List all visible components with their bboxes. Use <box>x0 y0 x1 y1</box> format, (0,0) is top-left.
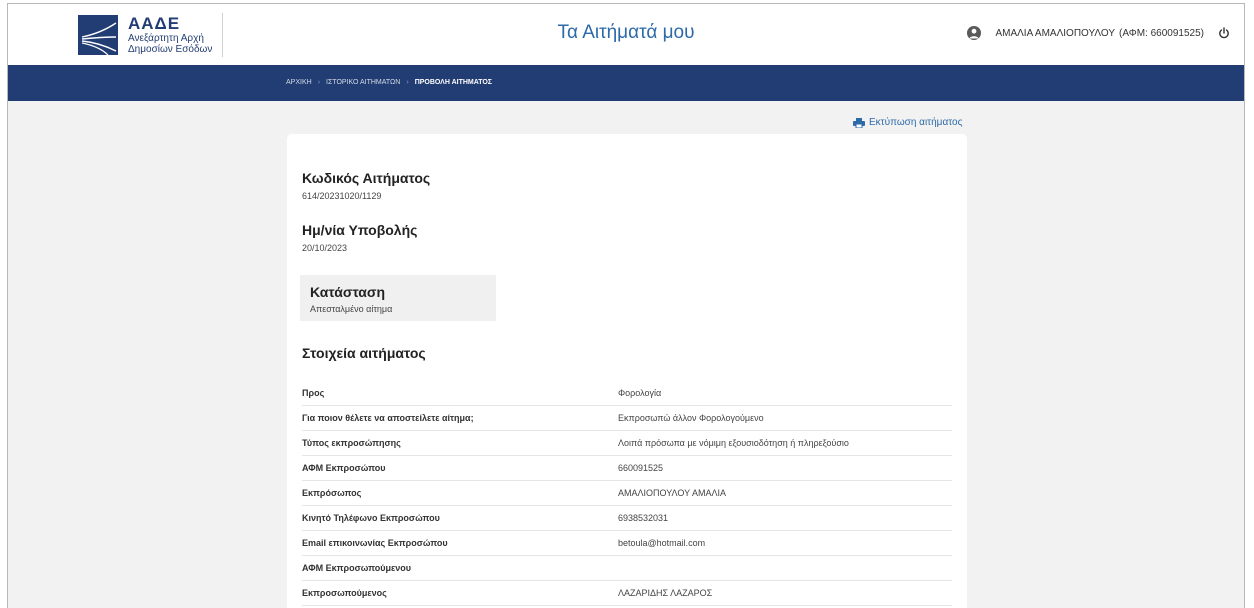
request-code-section: Κωδικός Αιτήματος 614/20231020/1129 <box>302 170 430 201</box>
row-value: Εκπροσωπώ άλλον Φορολογούμενο <box>618 413 764 423</box>
user-afm: (ΑΦΜ: 660091525) <box>1119 27 1204 39</box>
request-card: Κωδικός Αιτήματος 614/20231020/1129 Ημ/ν… <box>287 134 967 608</box>
table-row: Εκπρόσωπος ΑΜΑΛΙΟΠΟΥΛΟΥ ΑΜΑΛΙΑ <box>302 481 952 506</box>
row-label: ΑΦΜ Εκπροσώπου <box>302 463 386 473</box>
row-label: Για ποιον θέλετε να αποστείλετε αίτημα; <box>302 413 474 423</box>
row-value: Λοιπά πρόσωπα με νόμιμη εξουσιοδότηση ή … <box>618 438 849 448</box>
header: ΑΑΔΕ Ανεξάρτητη Αρχή Δημοσίων Εσόδων Τα … <box>8 4 1244 65</box>
details-table: Προς Φορολογία Για ποιον θέλετε να αποστ… <box>302 381 952 606</box>
logout-power-icon[interactable] <box>1218 27 1230 39</box>
breadcrumb-history[interactable]: ΙΣΤΟΡΙΚΟ ΑΙΤΗΜΑΤΩΝ <box>326 79 400 86</box>
logo-subtitle-line2: Δημοσίων Εσόδων <box>128 44 213 55</box>
row-label: ΑΦΜ Εκπροσωπούμενου <box>302 563 412 573</box>
breadcrumb-current: ΠΡΟΒΟΛΗ ΑΙΤΗΜΑΤΟΣ <box>414 79 493 86</box>
submission-date-section: Ημ/νία Υποβολής 20/10/2023 <box>302 222 417 253</box>
print-request-label[interactable]: Εκτύπωση αιτήματος <box>869 117 962 128</box>
table-row: Για ποιον θέλετε να αποστείλετε αίτημα; … <box>302 406 952 431</box>
row-label: Εκπροσωπούμενος <box>302 588 387 598</box>
table-row: ΑΦΜ Εκπροσώπου 660091525 <box>302 456 952 481</box>
table-row: Προς Φορολογία <box>302 381 952 406</box>
navbar: ΑΡΧΙΚΗ › ΙΣΤΟΡΙΚΟ ΑΙΤΗΜΑΤΩΝ › ΠΡΟΒΟΛΗ ΑΙ… <box>8 65 1244 101</box>
request-code-label: Κωδικός Αιτήματος <box>302 170 431 186</box>
printer-icon <box>853 117 865 128</box>
user-avatar-icon[interactable] <box>967 26 982 40</box>
submission-date-label: Ημ/νία Υποβολής <box>302 222 418 238</box>
row-value: ΛΑΖΑΡΙΔΗΣ ΛΑΖΑΡΟΣ <box>618 588 713 598</box>
breadcrumb-separator: › <box>406 79 409 86</box>
row-value: betoula@hotmail.com <box>618 538 706 548</box>
status-section: Κατάσταση Απεσταλμένο αίτημα <box>300 275 496 321</box>
row-value: ΑΜΑΛΙΟΠΟΥΛΟΥ ΑΜΑΛΙΑ <box>618 488 726 498</box>
row-label: Email επικοινωνίας Εκπροσώπου <box>302 538 448 548</box>
status-value: Απεσταλμένο αίτημα <box>310 304 393 314</box>
row-label: Εκπρόσωπος <box>302 488 362 498</box>
row-label: Κινητό Τηλέφωνο Εκπροσώπου <box>302 513 440 523</box>
submission-date-value: 20/10/2023 <box>302 243 348 253</box>
row-value: 6938532031 <box>618 513 669 523</box>
status-label: Κατάσταση <box>310 284 386 300</box>
row-value: Φορολογία <box>618 388 662 398</box>
table-row: Τύπος εκπροσώπησης Λοιπά πρόσωπα με νόμι… <box>302 431 952 456</box>
table-row: ΑΦΜ Εκπροσωπούμενου <box>302 556 952 581</box>
breadcrumb: ΑΡΧΙΚΗ › ΙΣΤΟΡΙΚΟ ΑΙΤΗΜΑΤΩΝ › ΠΡΟΒΟΛΗ ΑΙ… <box>286 79 492 86</box>
table-row: Email επικοινωνίας Εκπροσώπου betoula@ho… <box>302 531 952 556</box>
table-row: Εκπροσωπούμενος ΛΑΖΑΡΙΔΗΣ ΛΑΖΑΡΟΣ <box>302 581 952 606</box>
app-window: ΑΑΔΕ Ανεξάρτητη Αρχή Δημοσίων Εσόδων Τα … <box>7 3 1245 608</box>
details-title: Στοιχεία αιτήματος <box>302 345 426 361</box>
row-value: 660091525 <box>618 463 664 473</box>
row-label: Τύπος εκπροσώπησης <box>302 438 401 448</box>
user-name: ΑΜΑΛΙΑ ΑΜΑΛΙΟΠΟΥΛΟΥ <box>995 27 1116 39</box>
row-label: Προς <box>302 388 325 398</box>
breadcrumb-separator: › <box>317 79 321 86</box>
user-area: ΑΜΑΛΙΑ ΑΜΑΛΙΟΠΟΥΛΟΥ (ΑΦΜ: 660091525) <box>967 26 1230 40</box>
table-row: Κινητό Τηλέφωνο Εκπροσώπου 6938532031 <box>302 506 952 531</box>
breadcrumb-home[interactable]: ΑΡΧΙΚΗ <box>286 79 312 86</box>
print-request-link[interactable]: Εκτύπωση αιτήματος <box>853 117 962 128</box>
request-code-value: 614/20231020/1129 <box>302 191 382 201</box>
